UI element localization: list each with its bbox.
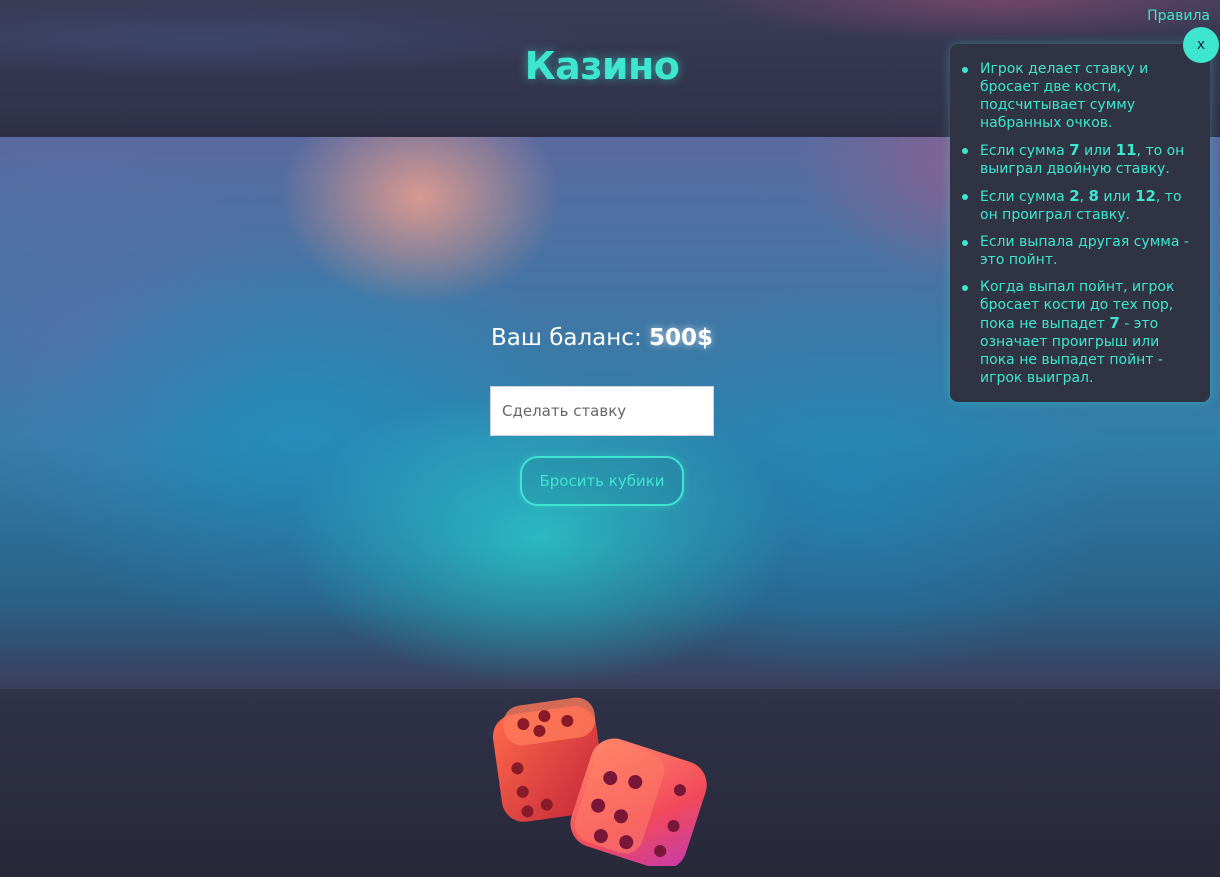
rules-item-text: Если сумма: [980, 143, 1070, 159]
rules-item: Если сумма 2, 8 или 12, то он проиграл с…: [962, 187, 1198, 224]
rules-item-number: 7: [1069, 141, 1080, 159]
close-rules-button[interactable]: x: [1183, 27, 1219, 63]
rules-item-text: или: [1098, 189, 1136, 205]
rules-item-text: или: [1079, 143, 1116, 159]
rules-item-number: 2: [1069, 187, 1080, 205]
balance-value: 500$: [649, 325, 714, 351]
balance-label: Ваш баланс:: [490, 325, 650, 351]
rules-link[interactable]: Правила: [1147, 8, 1210, 24]
rules-item-text: Если сумма: [980, 189, 1070, 205]
rules-item: Если сумма 7 или 11, то он выиграл двойн…: [962, 141, 1198, 178]
bet-input[interactable]: [490, 386, 714, 436]
rules-item: Игрок делает ставку и бросает две кости,…: [962, 60, 1198, 132]
roll-dice-button[interactable]: Бросить кубики: [520, 456, 684, 506]
rules-panel: Игрок делает ставку и бросает две кости,…: [950, 44, 1210, 402]
rules-item: Когда выпал пойнт, игрок бросает кости д…: [962, 278, 1198, 387]
rules-item-text: Игрок делает ставку и бросает две кости,…: [980, 61, 1149, 131]
rules-item-number: 11: [1115, 141, 1137, 159]
dice-illustration: [492, 697, 707, 870]
rules-item-number: 12: [1135, 187, 1156, 205]
rules-list: Игрок делает ставку и бросает две кости,…: [962, 60, 1198, 387]
rules-item-number: 7: [1109, 314, 1120, 332]
rules-item-number: 8: [1088, 187, 1099, 205]
dice-pair-icon: [488, 696, 716, 870]
rules-item-text: ,: [1079, 189, 1089, 205]
rules-item: Если выпала другая сумма - это пойнт.: [962, 233, 1198, 269]
rules-item-text: Если выпала другая сумма - это пойнт.: [980, 234, 1189, 268]
